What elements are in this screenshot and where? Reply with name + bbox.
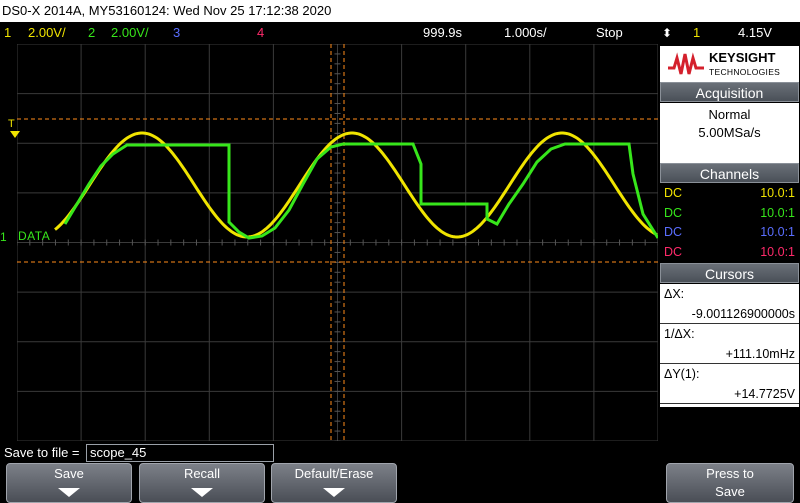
ch4-number[interactable]: 4 xyxy=(257,23,264,43)
inverse-delta-x-label: 1/ΔX: xyxy=(664,327,695,341)
trigger-position-marker: T xyxy=(8,118,15,130)
recall-softkey[interactable]: Recall xyxy=(139,463,265,503)
waveform-display[interactable] xyxy=(17,44,658,441)
ch1-ground-marker: 1 xyxy=(0,230,7,244)
channel-row-2[interactable]: DC 10.0:1 xyxy=(664,204,795,224)
acquisition-mode: Normal xyxy=(708,107,751,122)
channel-coupling: DC xyxy=(664,225,683,239)
delta-y-value: +14.7725V xyxy=(660,384,799,404)
cursors-body: ΔX: -9.001126900000s 1/ΔX: +111.10mHz ΔY… xyxy=(660,284,799,407)
horizontal-delay[interactable]: 999.9s xyxy=(423,23,462,43)
arrow-down-icon xyxy=(323,488,345,497)
logo-subtitle: TECHNOLOGIES xyxy=(709,67,781,77)
filename-field[interactable]: scope_45 xyxy=(86,444,274,462)
acquisition-header[interactable]: Acquisition xyxy=(660,82,799,102)
arrow-down-icon xyxy=(58,488,80,497)
save-softkey[interactable]: Save xyxy=(6,463,132,503)
channel-probe: 10.0:1 xyxy=(760,225,795,239)
keysight-wave-icon xyxy=(668,52,704,75)
channel-row-3[interactable]: DC 10.0:1 xyxy=(664,223,795,243)
ch1-number[interactable]: 1 xyxy=(4,23,11,43)
channels-body: DC 10.0:1 DC 10.0:1 DC 10.0:1 DC 10.0:1 xyxy=(660,184,799,263)
channel-probe: 10.0:1 xyxy=(760,186,795,200)
ch2-trace xyxy=(63,142,658,240)
ch2-number[interactable]: 2 xyxy=(88,23,95,43)
channel-coupling: DC xyxy=(664,186,683,200)
keysight-logo: KEYSIGHT TECHNOLOGIES xyxy=(660,46,799,83)
delta-x-value: -9.001126900000s xyxy=(660,304,799,324)
run-state[interactable]: Stop xyxy=(596,23,623,43)
delta-y-label: ΔY(1): xyxy=(664,367,700,381)
press-to-label: Press to xyxy=(706,466,754,481)
channel-probe: 10.0:1 xyxy=(760,205,795,220)
channel-probe: 10.0:1 xyxy=(760,244,795,259)
channel-row-4[interactable]: DC 10.0:1 xyxy=(664,243,795,263)
delta-x-label: ΔX: xyxy=(664,287,685,301)
channel-coupling: DC xyxy=(664,244,683,259)
inverse-delta-x-value: +111.10mHz xyxy=(660,344,799,364)
digital-bus-label: DATA xyxy=(18,229,51,243)
channels-header[interactable]: Channels xyxy=(660,163,799,183)
press-to-save-label: Save xyxy=(715,484,745,499)
timebase-scale[interactable]: 1.000s/ xyxy=(504,23,547,43)
waveform-graticule xyxy=(17,44,658,441)
cursors-header[interactable]: Cursors xyxy=(660,263,799,283)
press-to-save-softkey[interactable]: Press to Save xyxy=(666,463,794,503)
recall-softkey-label: Recall xyxy=(183,466,221,481)
default-erase-softkey[interactable]: Default/Erase xyxy=(271,463,397,503)
trigger-level[interactable]: 4.15V xyxy=(738,23,772,43)
ch1-scale[interactable]: 2.00V/ xyxy=(28,23,66,43)
arrow-down-icon xyxy=(191,488,213,497)
trigger-level-arrow-icon xyxy=(10,131,20,138)
status-bar: 1 2.00V/ 2 2.00V/ 3 4 999.9s 1.000s/ Sto… xyxy=(0,22,800,44)
save-bar: Save to file = scope_45 xyxy=(0,443,800,463)
ch2-scale[interactable]: 2.00V/ xyxy=(111,23,149,43)
channel-coupling: DC xyxy=(664,205,683,220)
logo-name: KEYSIGHT xyxy=(709,50,776,65)
channel-row-1[interactable]: DC 10.0:1 xyxy=(664,184,795,204)
sample-rate: 5.00MSa/s xyxy=(698,125,761,140)
ch3-number[interactable]: 3 xyxy=(173,23,180,43)
save-softkey-label: Save xyxy=(54,466,84,481)
save-to-file-label: Save to file = xyxy=(4,445,80,460)
side-panel: KEYSIGHT TECHNOLOGIES Acquisition Normal… xyxy=(659,44,800,441)
acquisition-body: Normal 5.00MSa/s xyxy=(660,103,799,166)
trigger-edge-icon: ⬍ xyxy=(662,26,673,40)
default-erase-softkey-label: Default/Erase xyxy=(294,466,374,481)
window-title: DS0-X 2014A, MY53160124: Wed Nov 25 17:1… xyxy=(0,0,800,22)
trigger-source[interactable]: 1 xyxy=(693,23,700,43)
